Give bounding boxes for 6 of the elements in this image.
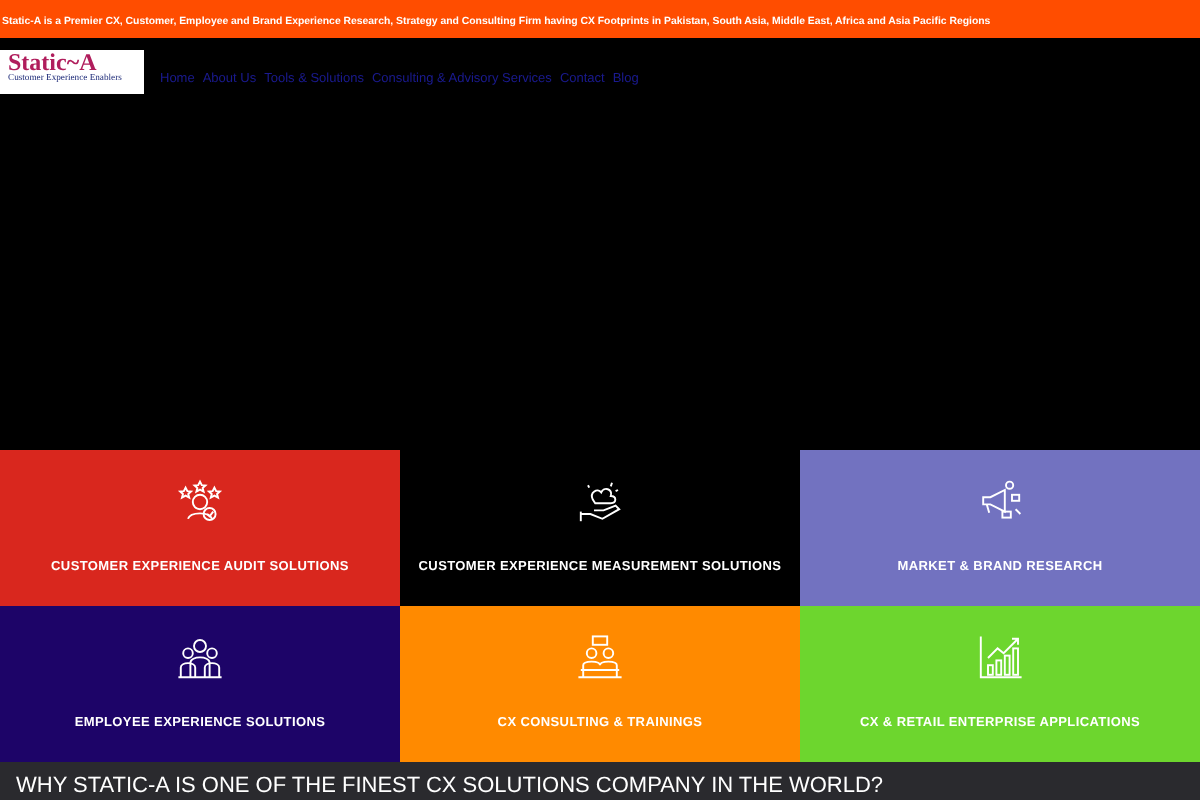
chart-icon — [976, 634, 1024, 683]
team-icon — [176, 634, 224, 683]
section-heading: WHY STATIC-A IS ONE OF THE FINEST CX SOLUTIONS COMPANY IN THE WORLD? — [0, 762, 1200, 800]
hand-icon — [576, 478, 624, 527]
meeting-icon — [576, 634, 624, 683]
stars-icon — [176, 478, 224, 527]
